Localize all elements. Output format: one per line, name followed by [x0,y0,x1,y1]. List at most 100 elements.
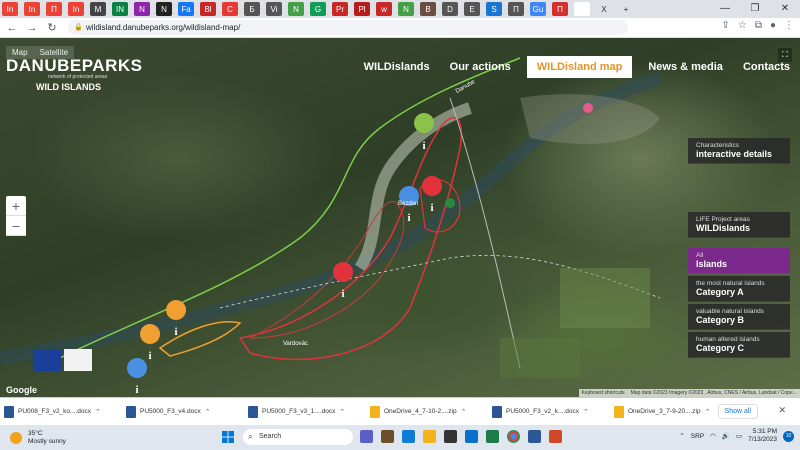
new-tab-icon[interactable]: + [618,2,634,16]
word-icon[interactable] [528,430,541,443]
browser-tab[interactable]: B [420,2,436,16]
panel-interactive-details[interactable]: Characteristics interactive details [688,138,790,164]
danubeparks-logo[interactable]: DANUBEPARKS network of protected areas W… [6,56,142,92]
minimize-icon[interactable]: — [710,0,740,18]
dell-icon[interactable] [444,430,457,443]
maximize-icon[interactable]: ❐ [740,0,770,18]
nav-wildislands[interactable]: WILDislands [354,56,440,78]
browser-tab[interactable]: Bl [200,2,216,16]
taskbar-search[interactable]: ⌕ Search [243,429,353,445]
show-all-button[interactable]: Show all [717,404,758,419]
download-item[interactable]: PU5000_F3_v4.docx ⌃ [126,405,248,418]
browser-tab[interactable]: П [46,2,62,16]
close-icon[interactable]: ✕ [770,0,800,18]
chrome-icon[interactable] [507,430,520,443]
panel-all-islands[interactable]: All Islands [688,248,790,274]
url-text: wildisland.danubeparks.org/wildisland-ma… [86,23,241,32]
panel-wildislands[interactable]: LIFE Project areas WILDislands [688,212,790,238]
browser-tab[interactable]: In [68,2,84,16]
back-icon[interactable]: ← [4,22,20,34]
menu-kebab-icon[interactable]: ⋮ [784,20,794,31]
profile-icon[interactable]: ● [770,20,776,31]
taskbar-apps [360,430,562,443]
panel-category-c[interactable]: human altered islands Category C [688,332,790,358]
remote-desktop-icon[interactable] [465,430,478,443]
folder-icon[interactable] [423,430,436,443]
nav-our-actions[interactable]: Our actions [440,56,521,78]
windows-start-icon[interactable] [222,431,234,443]
bookmark-star-icon[interactable]: ☆ [738,20,747,31]
panel-item-title: interactive details [696,149,773,159]
island-outline [249,201,405,339]
teams-icon[interactable] [360,430,373,443]
browser-tab[interactable]: In [2,2,18,16]
browser-tab[interactable]: Pl [354,2,370,16]
keyboard-shortcuts-link[interactable]: Keyboard shortcuts [582,390,625,396]
location-dot-icon[interactable] [445,198,455,208]
browser-tab[interactable]: П [508,2,524,16]
map-viewport[interactable]: i i i i i i i Danube Bezdan Vardovác Map… [0,38,800,397]
browser-tab[interactable]: Fa [178,2,194,16]
zoom-out-button[interactable]: − [6,216,26,236]
share-icon[interactable]: ⇪ [721,20,729,31]
nav-wildisland-map[interactable]: WILDisland map [526,56,633,78]
clock-date: 7/13/2023 [748,436,777,443]
download-item[interactable]: OneDrive_4_7-10-2....zip ⌃ [370,405,492,418]
browser-tab[interactable]: Vi [266,2,282,16]
chevron-up-icon[interactable]: ⌃ [679,432,684,440]
download-item[interactable]: PU008_F3_v2_ko....docx ⌃ [4,405,126,418]
browser-tab[interactable]: G [310,2,326,16]
panel-item-caption: human altered islands [696,336,760,343]
browser-tab[interactable]: In [24,2,40,16]
forward-icon[interactable]: → [24,22,40,34]
excel-icon[interactable] [486,430,499,443]
battery-icon[interactable]: ▭ [736,432,742,440]
volume-icon[interactable]: 🔊 [722,432,730,440]
place-pin-icon[interactable] [583,103,593,113]
browser-tab[interactable]: N [398,2,414,16]
clock[interactable]: 5:31 PM 7/13/2023 [748,428,777,444]
reload-icon[interactable]: ↻ [44,21,60,34]
file-explorer-icon[interactable] [381,430,394,443]
browser-tab[interactable]: Pr [332,2,348,16]
weather-widget[interactable]: 35°C Mostly sunny [10,430,66,446]
extensions-icon[interactable]: ⧉ [755,20,762,31]
powerpoint-icon[interactable] [549,430,562,443]
marker-pin-blue[interactable]: i [127,358,148,397]
chevron-up-icon[interactable]: ⌃ [461,408,467,416]
language-indicator[interactable]: SRP [691,433,704,440]
chevron-up-icon[interactable]: ⌃ [95,408,101,416]
browser-tab[interactable]: E [464,2,480,16]
edge-icon[interactable] [402,430,415,443]
download-item[interactable]: PU5000_F3_v3_1....docx ⌃ [248,405,370,418]
browser-tab[interactable]: D [442,2,458,16]
panel-category-b[interactable]: valuable natural islands Category B [688,304,790,330]
browser-tab[interactable]: N [134,2,150,16]
browser-tab[interactable]: П [552,2,568,16]
zoom-in-button[interactable]: + [6,196,26,216]
browser-tab[interactable] [574,2,590,16]
browser-tab[interactable]: С [222,2,238,16]
marker-pin-red[interactable]: i [333,262,354,312]
browser-tab[interactable]: IN [112,2,128,16]
browser-tab[interactable]: Gu [530,2,546,16]
wifi-icon[interactable]: ◠ [710,432,716,440]
chevron-up-icon[interactable]: ⌃ [705,408,711,416]
panel-category-a[interactable]: the most natural islands Category A [688,276,790,302]
tab-close[interactable]: X [596,2,612,16]
browser-tab[interactable]: w [376,2,392,16]
chevron-up-icon[interactable]: ⌃ [339,408,345,416]
fullscreen-icon[interactable]: ⛶ [778,48,792,62]
browser-tab[interactable]: M [90,2,106,16]
browser-tab[interactable]: N [288,2,304,16]
browser-tab[interactable]: N [156,2,172,16]
chevron-up-icon[interactable]: ⌃ [583,408,589,416]
browser-tab[interactable]: Б [244,2,260,16]
url-field[interactable]: 🔒 wildisland.danubeparks.org/wildisland-… [68,20,628,35]
download-item[interactable]: PU5000_F3_v2_k....docx ⌃ [492,405,614,418]
chevron-up-icon[interactable]: ⌃ [205,408,211,416]
browser-tab[interactable]: S [486,2,502,16]
notification-badge[interactable]: 10 [783,430,794,442]
close-icon[interactable]: ✕ [778,405,786,416]
nav-news-media[interactable]: News & media [638,56,733,78]
